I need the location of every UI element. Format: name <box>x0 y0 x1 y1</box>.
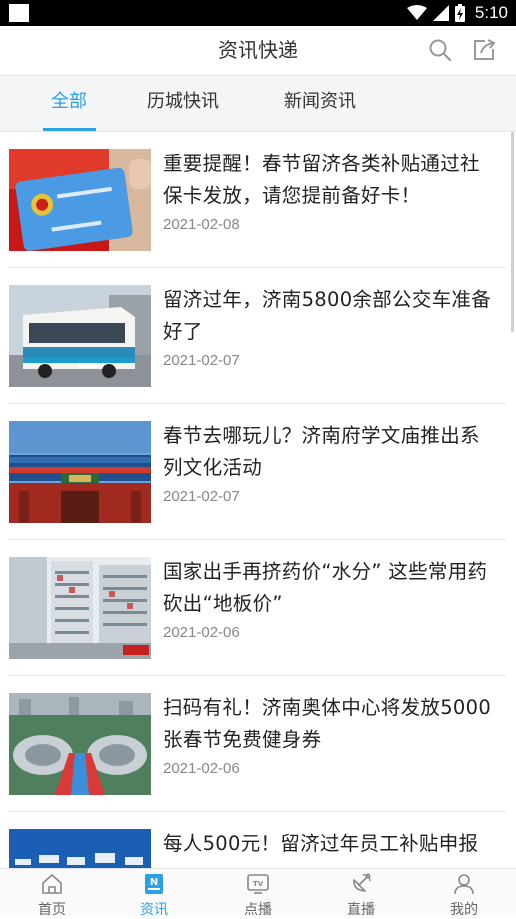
news-title: 重要提醒！春节留济各类补贴通过社保卡发放，请您提前备好卡！ <box>163 152 480 207</box>
news-thumbnail <box>9 693 151 795</box>
news-title: 每人500元！留济过年员工补贴申报 <box>163 832 479 855</box>
news-date: 2021-02-06 <box>163 760 240 777</box>
title-bar: 资讯快递 <box>0 26 516 76</box>
nav-news-label: 资讯 <box>140 902 168 918</box>
news-icon: N <box>145 874 163 894</box>
bottom-navigation: 首页 N 资讯 TV 点播 直播 我的 <box>0 868 516 918</box>
share-icon[interactable] <box>472 38 496 62</box>
tab-all[interactable]: 全部 <box>51 76 87 131</box>
user-icon <box>454 874 474 895</box>
news-item[interactable]: 扫码有礼！济南奥体中心将发放5000张春节免费健身券 2021-02-06 <box>9 676 507 812</box>
news-thumbnail <box>9 285 151 387</box>
svg-text:N: N <box>150 877 158 888</box>
status-time: 5:10 <box>474 3 508 22</box>
nav-home-label: 首页 <box>38 902 66 918</box>
nav-news[interactable]: N 资讯 <box>114 869 194 918</box>
news-title: 春节去哪玩儿？济南府学文庙推出系列文化活动 <box>163 424 480 479</box>
news-thumbnail <box>9 149 151 251</box>
active-tab-indicator <box>43 128 96 131</box>
list-scrollbar[interactable] <box>511 132 514 332</box>
svg-text:TV: TV <box>253 880 264 888</box>
news-thumbnail <box>9 421 151 523</box>
news-item[interactable]: 国家出手再挤药价“水分” 这些常用药砍出“地板价” 2021-02-06 <box>9 540 507 676</box>
news-date: 2021-02-06 <box>163 624 240 641</box>
news-thumbnail <box>9 829 151 868</box>
news-item[interactable]: 春节去哪玩儿？济南府学文庙推出系列文化活动 2021-02-07 <box>9 404 507 540</box>
category-tabs: 全部 历城快讯 新闻资讯 <box>0 76 516 132</box>
news-item[interactable]: 每人500元！留济过年员工补贴申报 <box>9 812 507 868</box>
tab-licheng-news[interactable]: 历城快讯 <box>147 76 219 131</box>
news-list[interactable]: 重要提醒！春节留济各类补贴通过社保卡发放，请您提前备好卡！ 2021-02-08… <box>0 132 516 868</box>
status-bar: 5:10 <box>0 0 516 26</box>
news-thumbnail <box>9 557 151 659</box>
news-date: 2021-02-08 <box>163 216 240 233</box>
signal-icon <box>432 5 449 21</box>
news-title: 扫码有礼！济南奥体中心将发放5000张春节免费健身券 <box>163 696 492 751</box>
tv-icon: TV <box>247 874 269 894</box>
satellite-icon <box>353 873 371 892</box>
wifi-icon <box>406 5 427 20</box>
news-title: 国家出手再挤药价“水分” 这些常用药砍出“地板价” <box>163 560 488 615</box>
nav-live[interactable]: 直播 <box>321 869 401 918</box>
nav-home[interactable]: 首页 <box>12 869 92 918</box>
home-icon <box>42 874 62 894</box>
news-item[interactable]: 留济过年，济南5800余部公交车准备好了 2021-02-07 <box>9 268 507 404</box>
nav-live-label: 直播 <box>347 902 375 918</box>
news-title: 留济过年，济南5800余部公交车准备好了 <box>163 288 492 343</box>
news-date: 2021-02-07 <box>163 352 240 369</box>
nav-vod[interactable]: TV 点播 <box>218 869 298 918</box>
notification-icon <box>9 4 29 22</box>
battery-icon <box>454 4 465 22</box>
nav-mine[interactable]: 我的 <box>424 869 504 918</box>
news-date: 2021-02-07 <box>163 488 240 505</box>
tab-news-info[interactable]: 新闻资讯 <box>284 76 356 131</box>
nav-vod-label: 点播 <box>244 902 272 918</box>
search-icon[interactable] <box>428 38 452 62</box>
nav-mine-label: 我的 <box>450 902 478 918</box>
news-item[interactable]: 重要提醒！春节留济各类补贴通过社保卡发放，请您提前备好卡！ 2021-02-08 <box>9 132 507 268</box>
